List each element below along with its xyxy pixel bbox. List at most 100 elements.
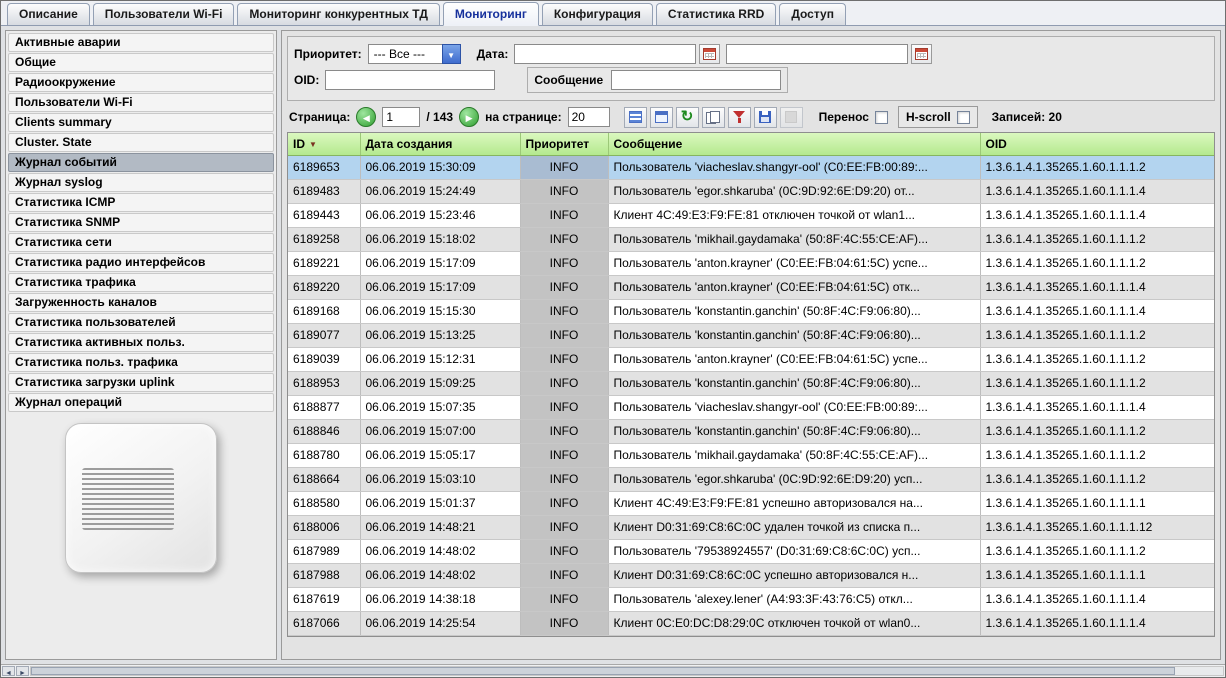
table-row[interactable]: 618922106.06.2019 15:17:09INFOПользовате… [288, 252, 1214, 276]
cell-msg: Клиент 4C:49:E3:F9:FE:81 успешно авториз… [608, 492, 980, 516]
table-row[interactable]: 618706606.06.2019 14:25:54INFOКлиент 0C:… [288, 612, 1214, 636]
column-header-5[interactable]: OID [980, 133, 1214, 156]
save-button[interactable] [754, 107, 777, 128]
sidebar-item-14[interactable]: Загруженность каналов [8, 293, 274, 312]
chevron-glyph [447, 47, 455, 61]
cell-prio: INFO [520, 516, 608, 540]
save-icon [759, 111, 771, 123]
sidebar-item-7[interactable]: Журнал событий [8, 153, 274, 172]
copy-button[interactable] [702, 107, 725, 128]
sidebar-item-3[interactable]: Радиоокружение [8, 73, 274, 92]
detach-window-button[interactable] [650, 107, 673, 128]
table-row[interactable]: 618761906.06.2019 14:38:18INFOПользовате… [288, 588, 1214, 612]
clear-filter-button[interactable] [728, 107, 751, 128]
cell-date: 06.06.2019 15:12:31 [360, 348, 520, 372]
table-row[interactable]: 618948306.06.2019 15:24:49INFOПользовате… [288, 180, 1214, 204]
table-row[interactable]: 618965306.06.2019 15:30:09INFOПользовате… [288, 156, 1214, 180]
tab-5[interactable]: Конфигурация [542, 3, 653, 25]
sidebar-item-18[interactable]: Статистика загрузки uplink [8, 373, 274, 392]
content-area: Активные аварииОбщиеРадиоокружениеПользо… [1, 26, 1225, 664]
sidebar-item-10[interactable]: Статистика SNMP [8, 213, 274, 232]
sidebar-item-15[interactable]: Статистика пользователей [8, 313, 274, 332]
column-label: Приоритет [526, 137, 590, 151]
table-row[interactable]: 618798806.06.2019 14:48:02INFOКлиент D0:… [288, 564, 1214, 588]
chevron-down-icon[interactable] [442, 44, 461, 64]
cell-date: 06.06.2019 14:25:54 [360, 612, 520, 636]
table-row[interactable]: 618798906.06.2019 14:48:02INFOПользовате… [288, 540, 1214, 564]
horizontal-scrollbar [1, 664, 1225, 677]
cell-oid: 1.3.6.1.4.1.35265.1.60.1.1.1.2 [980, 444, 1214, 468]
sidebar-item-6[interactable]: Cluster. State [8, 133, 274, 152]
cell-prio: INFO [520, 420, 608, 444]
tab-2[interactable]: Пользователи Wi-Fi [93, 3, 235, 25]
next-page-button[interactable] [459, 107, 479, 127]
tab-3[interactable]: Мониторинг конкурентных ТД [237, 3, 439, 25]
table-row[interactable]: 618887706.06.2019 15:07:35INFOПользовате… [288, 396, 1214, 420]
table-row[interactable]: 618925806.06.2019 15:18:02INFOПользовате… [288, 228, 1214, 252]
wrap-checkbox[interactable] [875, 111, 888, 124]
sidebar-item-17[interactable]: Статистика польз. трафика [8, 353, 274, 372]
table-row[interactable]: 618903906.06.2019 15:12:31INFOПользовате… [288, 348, 1214, 372]
sidebar-item-13[interactable]: Статистика трафика [8, 273, 274, 292]
priority-select-value: --- Все --- [368, 44, 442, 64]
columns-button[interactable] [624, 107, 647, 128]
priority-select[interactable]: --- Все --- [368, 44, 461, 64]
table-row[interactable]: 618858006.06.2019 15:01:37INFOКлиент 4C:… [288, 492, 1214, 516]
cell-date: 06.06.2019 14:38:18 [360, 588, 520, 612]
sidebar-item-1[interactable]: Активные аварии [8, 33, 274, 52]
table-row[interactable]: 618916806.06.2019 15:15:30INFOПользовате… [288, 300, 1214, 324]
scrollbar-thumb[interactable] [31, 667, 1175, 675]
sidebar-item-11[interactable]: Статистика сети [8, 233, 274, 252]
cell-msg: Пользователь 'mikhail.gaydamaka' (50:8F:… [608, 228, 980, 252]
sidebar-item-16[interactable]: Статистика активных польз. [8, 333, 274, 352]
column-header-2[interactable]: Дата создания [360, 133, 520, 156]
sidebar-item-8[interactable]: Журнал syslog [8, 173, 274, 192]
message-input[interactable] [611, 70, 781, 90]
sidebar-item-19[interactable]: Журнал операций [8, 393, 274, 412]
calendar-icon [703, 48, 716, 60]
table-row[interactable]: 618907706.06.2019 15:13:25INFOПользовате… [288, 324, 1214, 348]
cell-date: 06.06.2019 14:48:21 [360, 516, 520, 540]
date-from-input[interactable] [514, 44, 696, 64]
sidebar-item-2[interactable]: Общие [8, 53, 274, 72]
cell-prio: INFO [520, 228, 608, 252]
hscroll-checkbox[interactable] [957, 111, 970, 124]
date-to-input[interactable] [726, 44, 908, 64]
scroll-right-button[interactable] [16, 666, 29, 676]
date-to-calendar-button[interactable] [911, 44, 932, 64]
scrollbar-track[interactable] [30, 666, 1224, 676]
prev-page-button[interactable] [356, 107, 376, 127]
table-row[interactable]: 618866406.06.2019 15:03:10INFOПользовате… [288, 468, 1214, 492]
table-row[interactable]: 618884606.06.2019 15:07:00INFOПользовате… [288, 420, 1214, 444]
page-input[interactable] [382, 107, 420, 127]
column-header-1[interactable]: ID [288, 133, 360, 156]
sidebar-item-4[interactable]: Пользователи Wi-Fi [8, 93, 274, 112]
table-row[interactable]: 618895306.06.2019 15:09:25INFOПользовате… [288, 372, 1214, 396]
column-header-4[interactable]: Сообщение [608, 133, 980, 156]
column-header-3[interactable]: Приоритет [520, 133, 608, 156]
cell-msg: Пользователь 'konstantin.ganchin' (50:8F… [608, 300, 980, 324]
table-row[interactable]: 618922006.06.2019 15:17:09INFOПользовате… [288, 276, 1214, 300]
date-from-calendar-button[interactable] [699, 44, 720, 64]
tab-4[interactable]: Мониторинг [443, 2, 539, 26]
sidebar-item-5[interactable]: Clients summary [8, 113, 274, 132]
table-row[interactable]: 618800606.06.2019 14:48:21INFOКлиент D0:… [288, 516, 1214, 540]
cell-date: 06.06.2019 15:07:00 [360, 420, 520, 444]
table-row[interactable]: 618944306.06.2019 15:23:46INFOКлиент 4C:… [288, 204, 1214, 228]
sidebar-item-12[interactable]: Статистика радио интерфейсов [8, 253, 274, 272]
cell-date: 06.06.2019 15:01:37 [360, 492, 520, 516]
cell-prio: INFO [520, 372, 608, 396]
table-row[interactable]: 618878006.06.2019 15:05:17INFOПользовате… [288, 444, 1214, 468]
cell-date: 06.06.2019 15:05:17 [360, 444, 520, 468]
oid-input[interactable] [325, 70, 495, 90]
column-label: Дата создания [366, 137, 453, 151]
refresh-button[interactable] [676, 107, 699, 128]
tab-7[interactable]: Доступ [779, 3, 846, 25]
per-page-input[interactable] [568, 107, 610, 127]
tab-6[interactable]: Статистика RRD [656, 3, 776, 25]
sidebar-item-9[interactable]: Статистика ICMP [8, 193, 274, 212]
tab-1[interactable]: Описание [7, 3, 90, 25]
cell-id: 6189483 [288, 180, 360, 204]
records-count-label: Записей: 20 [992, 110, 1062, 124]
scroll-left-button[interactable] [2, 666, 15, 676]
